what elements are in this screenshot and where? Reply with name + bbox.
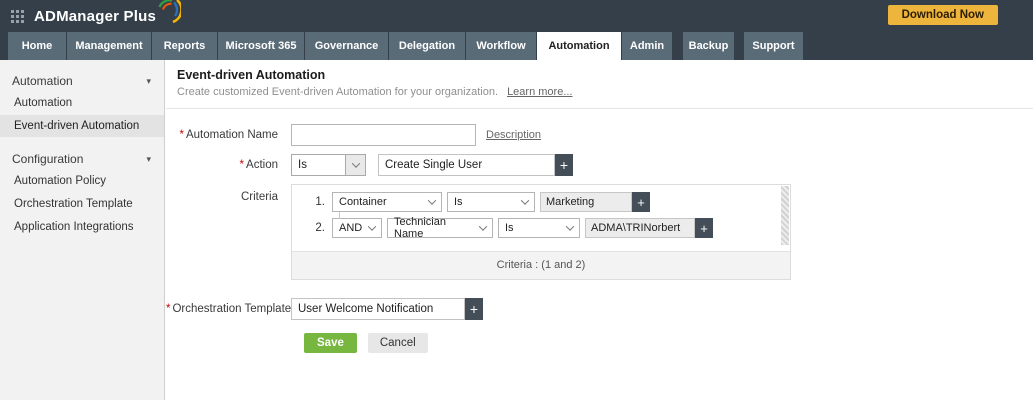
learn-more-link[interactable]: Learn more... [507,86,572,98]
cancel-button[interactable]: Cancel [368,333,428,353]
tab-admin[interactable]: Admin [622,32,672,60]
criteria-2-field-value: Technician Name [394,216,475,240]
add-criteria-1-button[interactable]: + [632,192,650,212]
orchestration-template-label: *Orchestration Template [166,298,291,320]
orchestration-template-field[interactable]: User Welcome Notification [291,298,465,320]
criteria-scrollbar[interactable] [781,186,789,245]
action-row: *Action Is Create Single User + [166,154,1033,176]
criteria-box: 1. Container Is Marketing + 2. [291,184,791,280]
criteria-index: 2. [292,222,332,234]
app-header: ADManager Plus Download Now [0,0,1033,32]
tab-backup[interactable]: Backup [683,32,734,60]
tab-delegation[interactable]: Delegation [389,32,465,60]
main-content: Event-driven Automation Create customize… [166,60,1033,400]
add-action-button[interactable]: + [555,154,573,176]
plus-icon: + [700,221,708,236]
criteria-1-operator-select[interactable]: Is [447,192,535,212]
tab-management[interactable]: Management [67,32,151,60]
criteria-2-logic-select[interactable]: AND [332,218,382,238]
criteria-summary: Criteria : (1 and 2) [292,251,790,279]
plus-icon: + [637,195,645,210]
sidebar-item-event-driven-automation[interactable]: Event-driven Automation [0,115,164,137]
chevron-down-icon [345,155,365,175]
tab-microsoft-365[interactable]: Microsoft 365 [218,32,304,60]
chevron-down-icon [475,219,492,237]
criteria-2-value-field[interactable]: ADMA\TRINorbert [585,218,695,238]
apps-grid-icon[interactable] [11,10,24,23]
description-link[interactable]: Description [486,129,541,141]
chevron-down-icon [423,193,441,211]
orchestration-template-value: User Welcome Notification [298,303,433,315]
sidebar-item-automation-policy[interactable]: Automation Policy [0,170,164,192]
required-asterisk: * [240,159,244,171]
plus-icon: + [560,157,568,173]
criteria-2-field-select[interactable]: Technician Name [387,218,493,238]
sidebar-item-automation[interactable]: Automation [0,92,164,114]
action-operator-value: Is [298,159,307,171]
main-navigation: Home Management Reports Microsoft 365 Go… [0,32,1033,60]
criteria-row: Criteria 1. Container Is Marketing [166,184,1033,280]
action-operator-select[interactable]: Is [291,154,366,176]
criteria-1-field-value: Container [339,196,387,208]
automation-name-row: *Automation Name Description [166,124,1033,146]
add-criteria-2-button[interactable]: + [695,218,713,238]
criteria-label: Criteria [166,184,291,280]
orchestration-template-row: *Orchestration Template User Welcome Not… [166,298,1033,320]
sidebar-section-title: Configuration [12,152,83,166]
criteria-connector-line [339,212,340,219]
chevron-down-icon [363,219,381,237]
save-button[interactable]: Save [304,333,357,353]
criteria-1-field-select[interactable]: Container [332,192,442,212]
sidebar-section-title: Automation [12,74,73,88]
sidebar-item-orchestration-template[interactable]: Orchestration Template [0,193,164,215]
form-actions: Save Cancel [304,333,1033,353]
required-asterisk: * [179,129,183,141]
page-subtitle-text: Create customized Event-driven Automatio… [177,86,498,98]
criteria-index: 1. [292,196,332,208]
criteria-1-operator-value: Is [454,196,463,208]
criteria-row-1: 1. Container Is Marketing + [292,192,776,212]
event-automation-form: *Automation Name Description *Action Is … [166,109,1033,353]
criteria-row-2: 2. AND Technician Name Is [292,218,776,238]
sidebar-section-automation[interactable]: Automation ▾ [0,68,164,92]
sidebar-item-application-integrations[interactable]: Application Integrations [0,216,164,238]
page-title: Event-driven Automation [177,68,1033,82]
page-subtitle: Create customized Event-driven Automatio… [177,86,1033,98]
tab-reports[interactable]: Reports [152,32,217,60]
tab-governance[interactable]: Governance [305,32,388,60]
app-title: ADManager Plus [34,8,156,25]
chevron-down-icon [516,193,534,211]
criteria-2-operator-value: Is [505,222,514,234]
automation-name-label: *Automation Name [166,124,291,146]
sidebar: Automation ▾ Automation Event-driven Aut… [0,60,165,400]
caret-down-icon: ▾ [146,155,151,164]
tab-automation[interactable]: Automation [537,32,621,60]
tab-workflow[interactable]: Workflow [466,32,536,60]
criteria-2-logic-value: AND [339,222,362,234]
action-value-field[interactable]: Create Single User [378,154,555,176]
tab-support[interactable]: Support [744,32,803,60]
tab-home[interactable]: Home [8,32,66,60]
chevron-down-icon [561,219,579,237]
action-label: *Action [166,154,291,176]
action-value: Create Single User [385,159,482,171]
criteria-2-operator-select[interactable]: Is [498,218,580,238]
automation-name-input[interactable] [291,124,476,146]
add-orchestration-template-button[interactable]: + [465,298,483,320]
caret-down-icon: ▾ [146,77,151,86]
sidebar-section-configuration[interactable]: Configuration ▾ [0,146,164,170]
logo-swoosh-icon [157,0,181,24]
download-now-button[interactable]: Download Now [888,5,998,25]
required-asterisk: * [166,303,170,315]
plus-icon: + [470,301,478,317]
criteria-1-value-field[interactable]: Marketing [540,192,632,212]
